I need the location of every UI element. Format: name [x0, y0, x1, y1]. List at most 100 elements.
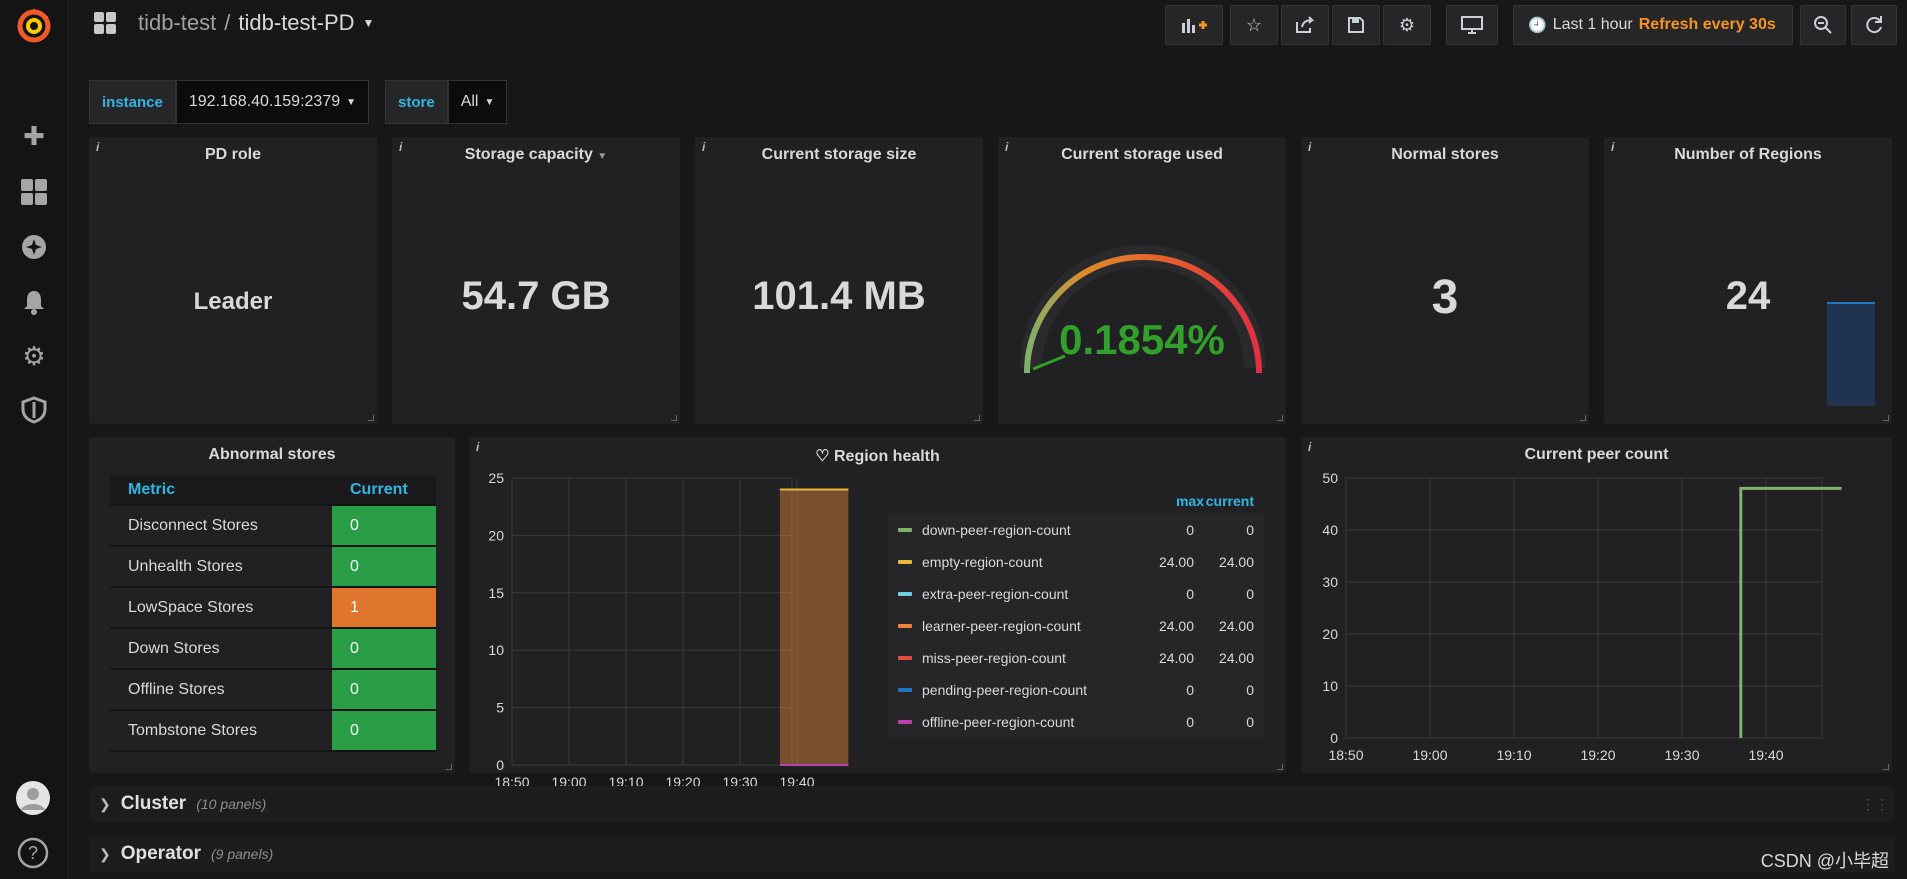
plus-icon[interactable]: ✚ [20, 122, 48, 150]
legend-series-name[interactable]: empty-region-count [922, 554, 1144, 570]
table-row: LowSpace Stores 1 [110, 587, 436, 629]
x-tick-label: 19:00 [1412, 747, 1447, 763]
panel-title[interactable]: Number of Regions [1605, 146, 1891, 164]
gear-icon: ⚙ [1398, 14, 1416, 35]
panel-storage-capacity: i Storage capacity ▼ 54.7 GB [392, 137, 680, 424]
resize-handle[interactable] [446, 764, 452, 770]
legend-swatch [898, 591, 912, 596]
explore-compass-icon[interactable] [20, 233, 48, 261]
legend-swatch [898, 623, 912, 628]
metric-name: Disconnect Stores [110, 505, 332, 547]
resize-handle[interactable] [1277, 415, 1283, 421]
metric-current-value: 0 [332, 710, 436, 752]
storage-capacity-value: 54.7 GB [461, 274, 611, 318]
panel-title[interactable]: Abnormal stores [90, 446, 454, 464]
current-storage-used-value: 0.1854% [1059, 316, 1225, 363]
caret-down-icon: ▼ [346, 96, 357, 108]
share-button[interactable] [1281, 5, 1329, 45]
refresh-button[interactable] [1851, 5, 1897, 45]
resize-handle[interactable] [1883, 415, 1889, 421]
legend-item[interactable]: down-peer-region-count 0 0 [888, 514, 1264, 546]
legend-swatch [898, 687, 912, 692]
legend-current-value: 0 [1246, 585, 1254, 602]
resize-handle[interactable] [974, 415, 980, 421]
panel-title[interactable]: Current storage size [696, 146, 982, 164]
avatar[interactable] [15, 780, 51, 816]
panel-title[interactable]: Storage capacity ▼ [393, 146, 679, 164]
legend-series-name[interactable]: extra-peer-region-count [922, 586, 1144, 602]
legend-series-name[interactable]: offline-peer-region-count [922, 714, 1144, 730]
legend-item[interactable]: extra-peer-region-count 0 0 [888, 578, 1264, 610]
legend-series-name[interactable]: miss-peer-region-count [922, 650, 1144, 666]
legend-item[interactable]: offline-peer-region-count 0 0 [888, 706, 1264, 738]
y-tick-label: 0 [1330, 730, 1338, 746]
settings-button[interactable]: ⚙ [1383, 5, 1431, 45]
y-tick-label: 30 [1322, 574, 1338, 590]
normal-stores-value: 3 [1431, 271, 1459, 324]
variable-label-instance: instance [89, 80, 176, 124]
dashboards-icon[interactable] [20, 178, 48, 206]
grafana-logo-icon[interactable] [13, 4, 55, 46]
legend-item[interactable]: pending-peer-region-count 0 0 [888, 674, 1264, 706]
drag-handle-icon[interactable]: ⋮⋮ [1861, 796, 1889, 813]
breadcrumb-dashboard-title[interactable]: tidb-test-PD [238, 10, 354, 36]
metric-name: Down Stores [110, 628, 332, 670]
series-line [1739, 486, 1842, 738]
help-icon[interactable]: ? [16, 836, 50, 870]
legend-header-current[interactable]: current [1204, 493, 1264, 509]
row-cluster[interactable]: ❯ Cluster (10 panels) ⋮⋮ [89, 786, 1895, 822]
legend-max-value: 24.00 [1158, 649, 1194, 666]
breadcrumb-separator: / [224, 10, 231, 35]
panel-title[interactable]: Normal stores [1302, 146, 1588, 164]
resize-handle[interactable] [1277, 764, 1283, 770]
instance-select[interactable]: 192.168.40.159:2379 ▼ [175, 80, 370, 124]
y-tick-label: 5 [496, 700, 504, 716]
legend-current-value: 24.00 [1218, 649, 1254, 666]
metric-current-value: 1 [332, 587, 436, 629]
zoom-out-button[interactable] [1800, 5, 1846, 45]
legend-item[interactable]: learner-peer-region-count 24.00 24.00 [888, 610, 1264, 642]
alerting-bell-icon[interactable] [20, 288, 48, 316]
breadcrumb: tidb-test / tidb-test-PD ▼ [94, 10, 374, 36]
navbar: tidb-test / tidb-test-PD ▼ ☆ ⚙ 🕘 Last 1 … [68, 0, 1907, 50]
legend-series-name[interactable]: down-peer-region-count [922, 522, 1144, 538]
resize-handle[interactable] [1580, 415, 1586, 421]
table-row: Down Stores 0 [110, 628, 436, 670]
metric-current-value: 0 [332, 546, 436, 588]
chevron-right-icon: ❯ [99, 845, 111, 862]
add-panel-button[interactable] [1165, 5, 1223, 45]
table-row: Unhealth Stores 0 [110, 546, 436, 588]
column-header-metric[interactable]: Metric [110, 475, 332, 506]
chevron-right-icon: ❯ [99, 795, 111, 812]
legend-series-name[interactable]: pending-peer-region-count [922, 682, 1144, 698]
legend-series-name[interactable]: learner-peer-region-count [922, 618, 1144, 634]
time-picker[interactable]: 🕘 Last 1 hour Refresh every 30s [1513, 5, 1793, 45]
resize-handle[interactable] [368, 415, 374, 421]
cycle-view-mode-button[interactable] [1446, 5, 1498, 45]
shield-icon[interactable] [20, 396, 48, 424]
legend-item[interactable]: miss-peer-region-count 24.00 24.00 [888, 642, 1264, 674]
resize-handle[interactable] [671, 415, 677, 421]
panel-title[interactable]: Current peer count [1302, 446, 1891, 464]
star-button[interactable]: ☆ [1230, 5, 1278, 45]
caret-down-icon: ▼ [484, 96, 495, 108]
share-icon [1296, 16, 1315, 33]
store-select[interactable]: All ▼ [447, 80, 508, 124]
region-health-legend: max current down-peer-region-count 0 0 empt… [888, 488, 1264, 738]
x-tick-label: 19:40 [1748, 747, 1783, 763]
panel-title[interactable]: Current storage used [999, 146, 1285, 164]
configuration-gear-icon[interactable]: ⚙ [20, 342, 48, 370]
legend-item[interactable]: empty-region-count 24.00 24.00 [888, 546, 1264, 578]
resize-handle[interactable] [1883, 764, 1889, 770]
legend-header-max[interactable]: max [1144, 493, 1204, 509]
y-tick-label: 40 [1322, 522, 1338, 538]
save-button[interactable] [1332, 5, 1380, 45]
breadcrumb-folder[interactable]: tidb-test [138, 10, 216, 36]
row-operator[interactable]: ❯ Operator (9 panels) [89, 836, 1895, 872]
y-tick-label: 25 [488, 470, 504, 486]
storage-used-gauge [1020, 245, 1266, 374]
column-header-current[interactable]: Current [332, 475, 436, 506]
panel-title[interactable]: ♡ Region health [470, 446, 1285, 466]
caret-down-icon[interactable]: ▼ [363, 16, 375, 30]
panel-title[interactable]: PD role [90, 146, 376, 164]
